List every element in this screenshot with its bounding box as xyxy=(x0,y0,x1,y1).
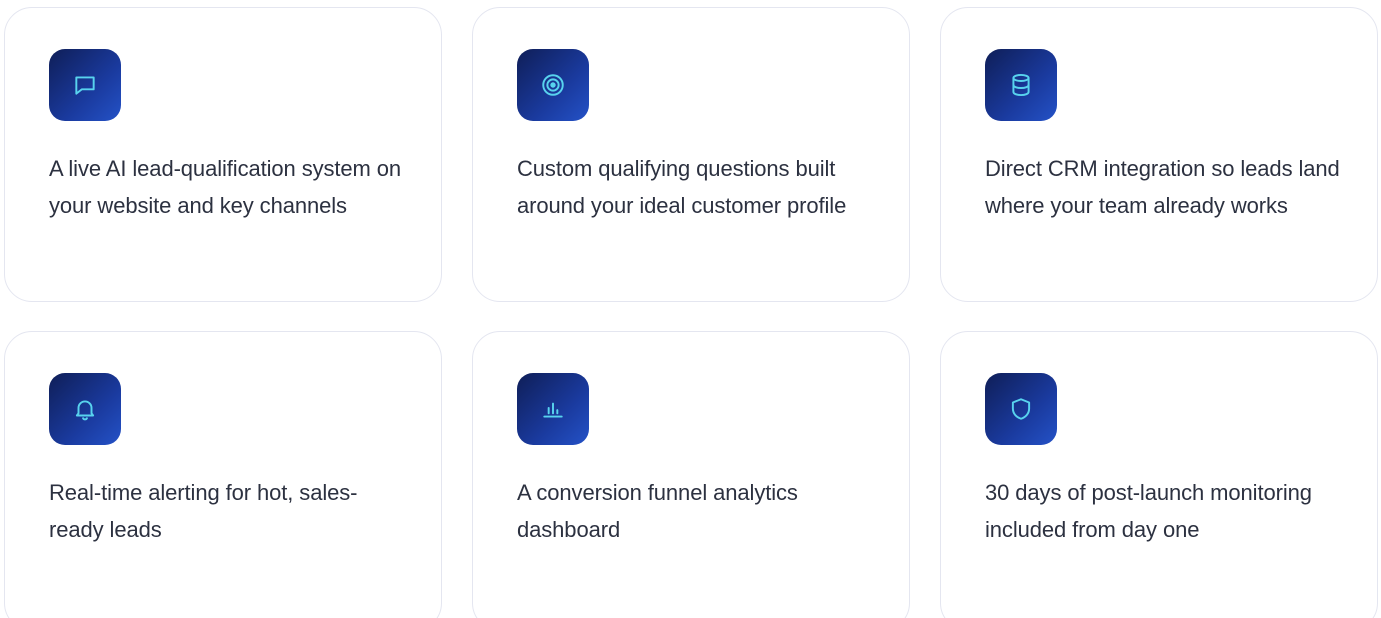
feature-grid: A live AI lead-qualification system on y… xyxy=(0,0,1381,618)
feature-card-crm-integration: Direct CRM integration so leads land whe… xyxy=(940,7,1378,302)
feature-card-ai-qualification: A live AI lead-qualification system on y… xyxy=(4,7,442,302)
chat-bubble-icon xyxy=(75,76,95,95)
feature-icon-tile xyxy=(985,373,1057,445)
feature-icon-tile xyxy=(517,49,589,121)
database-icon xyxy=(1012,73,1030,97)
feature-card-analytics-dashboard: A conversion funnel analytics dashboard xyxy=(472,331,910,618)
feature-text: Direct CRM integration so leads land whe… xyxy=(985,156,1340,218)
feature-card-post-launch-monitoring: 30 days of post-launch monitoring includ… xyxy=(940,331,1378,618)
feature-icon-tile xyxy=(517,373,589,445)
feature-card-qualifying-questions: Custom qualifying questions built around… xyxy=(472,7,910,302)
feature-icon-tile xyxy=(985,49,1057,121)
feature-icon-tile xyxy=(49,373,121,445)
feature-text: 30 days of post-launch monitoring includ… xyxy=(985,480,1312,542)
target-icon xyxy=(542,74,564,96)
shield-icon xyxy=(1011,398,1031,420)
feature-icon-tile xyxy=(49,49,121,121)
bell-icon xyxy=(75,400,95,421)
bar-chart-icon xyxy=(543,402,563,418)
feature-text: Real-time alerting for hot, sales-ready … xyxy=(49,480,358,542)
feature-text: A conversion funnel analytics dashboard xyxy=(517,480,798,542)
feature-text: A live AI lead-qualification system on y… xyxy=(49,156,402,218)
feature-text: Custom qualifying questions built around… xyxy=(517,156,847,218)
feature-card-realtime-alerting: Real-time alerting for hot, sales-ready … xyxy=(4,331,442,618)
